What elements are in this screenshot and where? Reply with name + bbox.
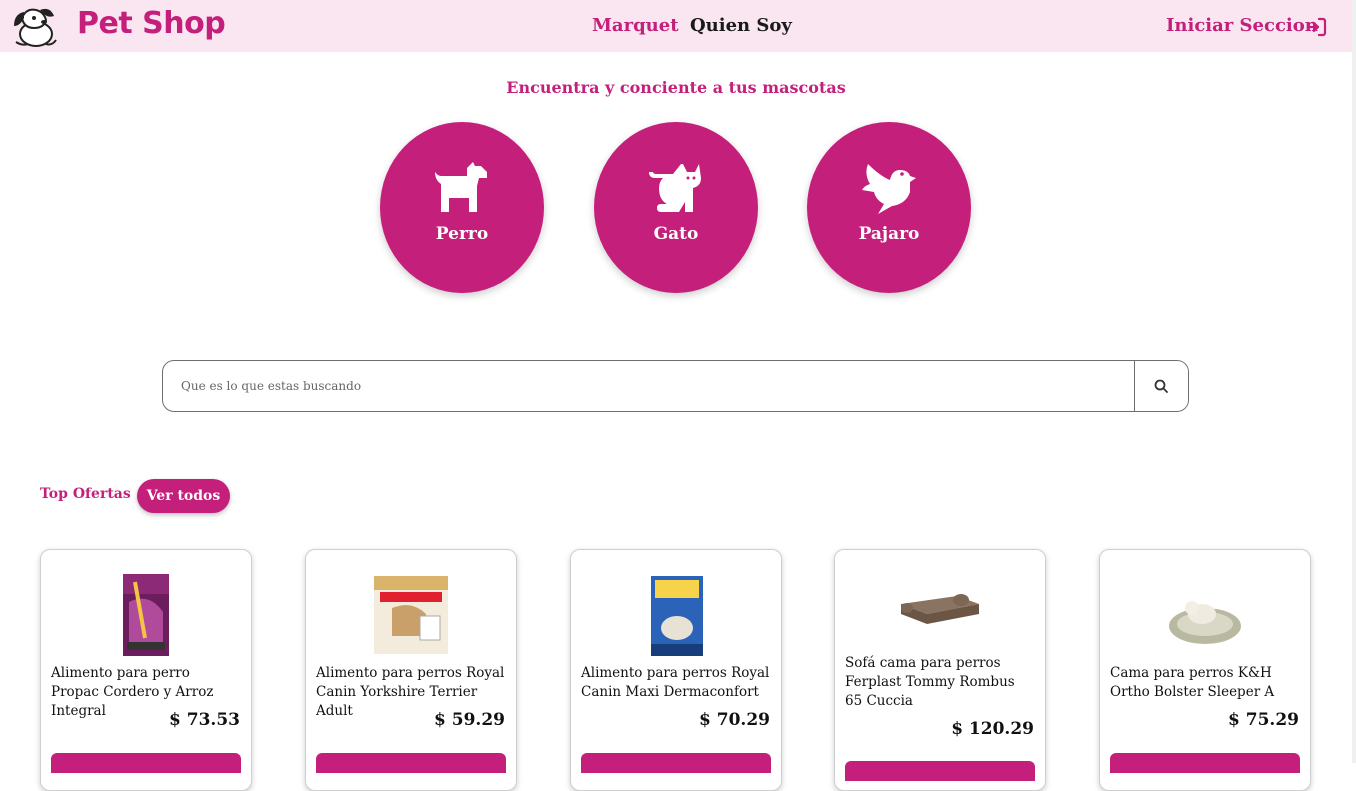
- product-image[interactable]: [103, 572, 189, 658]
- product-price: $ 120.29: [951, 719, 1034, 739]
- nav-link-quien-soy[interactable]: Quien Soy: [690, 15, 792, 36]
- dog-logo-icon[interactable]: [10, 4, 60, 50]
- search-bar: [162, 360, 1189, 412]
- product-card[interactable]: Cama para perros K&H Ortho Bolster Sleep…: [1099, 549, 1311, 791]
- section-title-top-ofertas: Top Ofertas: [40, 486, 131, 502]
- nav-link-marquet[interactable]: Marquet: [592, 15, 679, 36]
- product-card[interactable]: Alimento para perro Propac Cordero y Arr…: [40, 549, 252, 791]
- brand-name[interactable]: Pet Shop: [77, 6, 226, 41]
- product-image[interactable]: [368, 572, 454, 658]
- category-gato[interactable]: Gato: [594, 122, 758, 293]
- product-card[interactable]: Alimento para perros Royal Canin Yorkshi…: [305, 549, 517, 791]
- view-all-button[interactable]: Ver todos: [137, 479, 230, 513]
- product-name: Sofá cama para perros Ferplast Tommy Rom…: [845, 655, 1015, 709]
- product-image[interactable]: [1162, 572, 1248, 658]
- search-input[interactable]: [163, 361, 1133, 411]
- hero-title: Encuentra y conciente a tus mascotas: [506, 78, 846, 97]
- product-name: Alimento para perros Royal Canin Maxi De…: [581, 665, 770, 700]
- product-card[interactable]: Sofá cama para perros Ferplast Tommy Rom…: [834, 549, 1046, 791]
- add-to-cart-button[interactable]: [316, 753, 506, 773]
- cat-icon: [649, 164, 701, 212]
- product-image[interactable]: [633, 572, 719, 658]
- category-label: Pajaro: [858, 224, 920, 244]
- product-image[interactable]: [897, 570, 983, 656]
- category-perro[interactable]: Perro: [380, 122, 544, 293]
- category-label: Perro: [435, 224, 489, 244]
- product-price: $ 73.53: [169, 710, 240, 730]
- bird-icon: [862, 164, 916, 214]
- add-to-cart-button[interactable]: [581, 753, 771, 773]
- product-price: $ 59.29: [434, 710, 505, 730]
- add-to-cart-button[interactable]: [51, 753, 241, 773]
- product-card[interactable]: Alimento para perros Royal Canin Maxi De…: [570, 549, 782, 791]
- add-to-cart-button[interactable]: [1110, 753, 1300, 773]
- scrollbar[interactable]: [1352, 0, 1356, 763]
- category-label: Gato: [653, 224, 699, 244]
- product-name: Cama para perros K&H Ortho Bolster Sleep…: [1110, 665, 1275, 700]
- top-navbar: Pet Shop Marquet Quien Soy Iniciar Secci…: [0, 0, 1352, 52]
- login-icon[interactable]: [1305, 15, 1329, 39]
- product-price: $ 75.29: [1228, 710, 1299, 730]
- login-link[interactable]: Iniciar Seccion: [1166, 15, 1318, 36]
- product-price: $ 70.29: [699, 710, 770, 730]
- category-pajaro[interactable]: Pajaro: [807, 122, 971, 293]
- add-to-cart-button[interactable]: [845, 761, 1035, 781]
- search-button[interactable]: [1134, 361, 1188, 411]
- search-icon: [1154, 379, 1168, 393]
- dog-icon: [435, 162, 487, 212]
